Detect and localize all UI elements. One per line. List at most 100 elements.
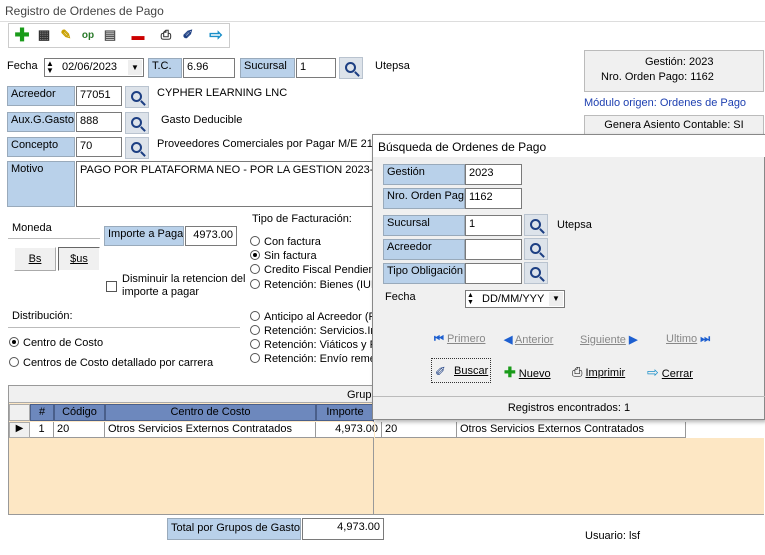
exit-arrow-icon[interactable]: ⇨: [206, 25, 226, 45]
cerrar-button[interactable]: ⇨ Cerrar: [647, 364, 693, 381]
radio-retencion-bienes[interactable]: Retención: Bienes (IUE: [250, 279, 374, 294]
radio-credito-fiscal[interactable]: Credito Fiscal Pendient: [250, 264, 374, 279]
dlg-acreedor-label: Acreedor: [383, 239, 465, 260]
spin-icon[interactable]: ▲ ▼: [46, 60, 54, 75]
brush-icon: ✐: [435, 364, 446, 379]
concepto-search-button[interactable]: [125, 137, 149, 159]
modulo-origen: Módulo origen: Ordenes de Pago: [584, 97, 747, 109]
print-icon: ⎙: [572, 364, 583, 379]
dlg-nro-input[interactable]: 1162: [465, 188, 522, 209]
chevron-down-icon[interactable]: ▼: [128, 60, 142, 75]
acreedor-input[interactable]: 77051: [76, 86, 122, 106]
anterior-button[interactable]: ◀ Anterior: [504, 333, 553, 346]
chevron-down-icon[interactable]: ▼: [549, 292, 563, 306]
search-icon: [130, 141, 142, 153]
search-icon: [529, 242, 541, 254]
col-num[interactable]: #: [30, 404, 54, 421]
dialog-title: Búsqueda de Ordenes de Pago: [378, 140, 547, 154]
table-cell-centro[interactable]: Otros Servicios Externos Contratados: [105, 422, 316, 438]
table-cell-importe[interactable]: 4,973.00: [316, 422, 382, 438]
last-icon: ⏭: [700, 333, 711, 345]
buscar-button[interactable]: ✐ Buscar: [431, 358, 491, 383]
sucursal-input[interactable]: 1: [296, 58, 336, 78]
print-icon[interactable]: ⎙: [156, 25, 176, 45]
facturacion-label: Tipo de Facturación:: [252, 213, 352, 225]
dlg-fecha-label: Fecha: [385, 291, 416, 303]
grid-group-bar: [9, 386, 374, 403]
add-icon[interactable]: ✚: [12, 25, 32, 45]
col-codigo[interactable]: Código: [54, 404, 105, 421]
dlg-tipo-search-button[interactable]: [524, 262, 548, 284]
radio-con-factura[interactable]: Con factura: [250, 236, 374, 250]
delete-icon[interactable]: ▬: [128, 25, 148, 45]
aux-label: Aux.G.Gasto:: [7, 112, 75, 132]
title-divider: [0, 21, 765, 22]
motivo-textarea[interactable]: PAGO POR PLATAFORMA NEO - POR LA GESTION…: [76, 161, 374, 207]
search-icon: [130, 116, 142, 128]
dlg-tipo-input[interactable]: [465, 263, 522, 284]
siguiente-button[interactable]: Siguiente ▶: [580, 333, 637, 346]
fecha-value: 02/06/2023: [62, 61, 118, 73]
radio-centro-costo[interactable]: Centro de Costo: [9, 337, 103, 349]
total-label: Total por Grupos de Gasto: [167, 518, 301, 540]
fecha-label: Fecha: [7, 60, 38, 72]
ultimo-button[interactable]: Ultimo ⏭: [666, 333, 710, 346]
search-icon: [529, 266, 541, 278]
dlg-sucursal-search-button[interactable]: [524, 214, 548, 236]
imprimir-button[interactable]: ⎙ Imprimir: [572, 364, 625, 380]
dlg-acreedor-input[interactable]: [465, 239, 522, 260]
radio-anticipo[interactable]: Anticipo al Acreedor (F: [250, 311, 374, 325]
col-importe[interactable]: Importe: [316, 404, 374, 421]
gestion-text: Gestión: 2023: [645, 56, 714, 68]
acreedor-search-button[interactable]: [125, 86, 149, 108]
aux-name: Gasto Deducible: [161, 114, 243, 126]
buscar-label: Buscar: [454, 365, 489, 377]
distribucion-divider: [8, 327, 240, 328]
row-selector-icon[interactable]: ▶: [9, 422, 30, 438]
window-title: Registro de Ordenes de Pago: [5, 4, 164, 18]
table-cell-codigo2[interactable]: 20: [382, 422, 457, 438]
disminuir-checkbox[interactable]: [106, 281, 117, 295]
op-icon[interactable]: op: [78, 25, 98, 45]
search-icon: [130, 90, 142, 102]
table-cell-num[interactable]: 1: [30, 422, 54, 438]
dlg-gestion-label: Gestión: [383, 164, 465, 185]
concepto-input[interactable]: 70: [76, 137, 122, 157]
radio-retencion-envio[interactable]: Retención: Envío reme: [250, 353, 374, 367]
save-icon[interactable]: ▦: [34, 25, 54, 45]
importe-label: Importe a Pagar: [104, 226, 184, 246]
col-centro[interactable]: Centro de Costo: [105, 404, 316, 421]
table-cell-centro2[interactable]: Otros Servicios Externos Contratados: [457, 422, 686, 438]
nuevo-button[interactable]: ✚ Nuevo: [504, 364, 551, 381]
search-brush-icon[interactable]: ✐: [178, 25, 198, 45]
dialog-status: Registros encontrados: 1: [507, 402, 631, 414]
primero-button[interactable]: ⏮ Primero: [434, 333, 485, 346]
spin-icon[interactable]: ▲ ▼: [467, 292, 474, 306]
radio-sin-factura[interactable]: Sin factura: [250, 250, 374, 264]
importe-input[interactable]: 4973.00: [185, 226, 237, 246]
facturacion-group-1: Con factura Sin factura Credito Fiscal P…: [250, 236, 374, 300]
search-icon: [344, 61, 356, 73]
aux-search-button[interactable]: [125, 112, 149, 134]
next-icon: ▶: [628, 334, 638, 346]
radio-retencion-viaticos[interactable]: Retención: Viáticos y F: [250, 339, 374, 353]
sucursal-search-button[interactable]: [339, 57, 363, 79]
radio-centro-detallado[interactable]: Centros de Costo detallado por carrera: [9, 357, 213, 369]
dlg-acreedor-search-button[interactable]: [524, 238, 548, 260]
table-cell-codigo[interactable]: 20: [54, 422, 105, 438]
disminuir-label: Disminuir la retencion del importe a pag…: [122, 273, 246, 298]
edit-icon[interactable]: ✎: [56, 25, 76, 45]
us-button[interactable]: $us: [58, 247, 100, 271]
bs-button[interactable]: Bs: [14, 247, 56, 271]
moneda-label: Moneda: [12, 222, 52, 234]
tc-input[interactable]: 6.96: [183, 58, 235, 78]
aux-input[interactable]: 888: [76, 112, 122, 132]
dlg-gestion-input[interactable]: 2023: [465, 164, 522, 185]
grid-icon[interactable]: ▤: [100, 25, 120, 45]
dlg-sucursal-input[interactable]: 1: [465, 215, 522, 236]
radio-retencion-servicios[interactable]: Retención: Servicios.Ir: [250, 325, 374, 339]
dlg-tipo-label: Tipo Obligación: [383, 263, 465, 284]
grid-area-right: [374, 438, 764, 515]
usuario-text: Usuario: lsf: [585, 530, 641, 542]
acreedor-name: CYPHER LEARNING LNC: [157, 87, 288, 99]
